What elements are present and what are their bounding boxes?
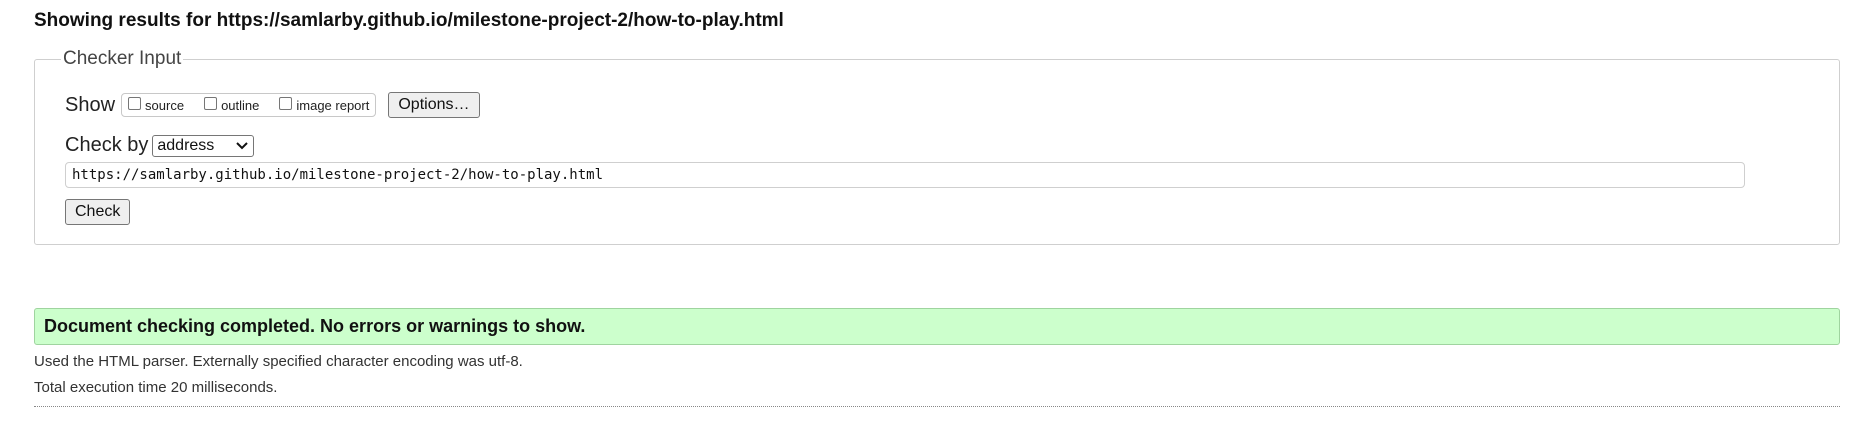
check-by-selected-value: address bbox=[157, 136, 215, 154]
image-report-checkbox[interactable] bbox=[279, 96, 293, 110]
show-label: Show bbox=[65, 93, 116, 116]
success-message: Document checking completed. No errors o… bbox=[34, 308, 1840, 345]
chevron-down-icon bbox=[236, 141, 249, 149]
checker-input-fieldset: Checker Input Show source outline image … bbox=[34, 48, 1840, 245]
execution-time: Total execution time 20 milliseconds. bbox=[34, 379, 278, 396]
options-button[interactable]: Options… bbox=[388, 92, 480, 118]
check-by-row: Check by address bbox=[65, 134, 255, 157]
show-source-option[interactable]: source bbox=[128, 96, 185, 113]
show-options-row: Show source outline image report Options… bbox=[65, 92, 480, 118]
dotted-divider bbox=[34, 406, 1840, 407]
show-options-group: source outline image report bbox=[121, 93, 377, 117]
source-checkbox[interactable] bbox=[128, 96, 142, 110]
url-input[interactable]: https://samlarby.github.io/milestone-pro… bbox=[65, 162, 1745, 188]
parser-info: Used the HTML parser. Externally specifi… bbox=[34, 353, 523, 370]
show-outline-option[interactable]: outline bbox=[204, 96, 260, 113]
outline-checkbox[interactable] bbox=[204, 96, 218, 110]
check-by-label: Check by bbox=[65, 134, 149, 156]
outline-option-label: outline bbox=[221, 97, 260, 113]
results-heading: Showing results for https://samlarby.git… bbox=[34, 10, 784, 31]
source-option-label: source bbox=[145, 97, 185, 113]
checker-input-legend: Checker Input bbox=[61, 48, 184, 70]
check-by-select[interactable]: address bbox=[152, 134, 255, 157]
check-button[interactable]: Check bbox=[65, 199, 131, 225]
image-report-option-label: image report bbox=[296, 97, 370, 113]
show-image-report-option[interactable]: image report bbox=[279, 96, 370, 113]
